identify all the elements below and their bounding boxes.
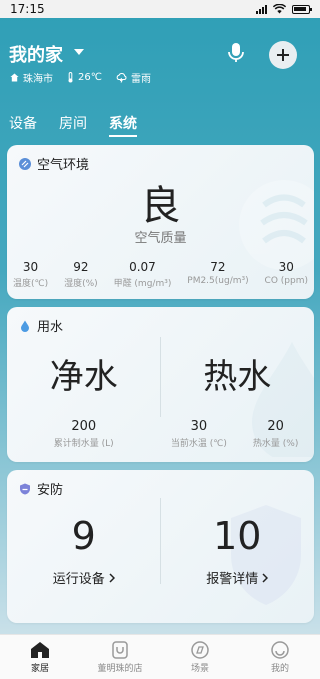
- hot-water-label: 热水: [203, 357, 272, 397]
- battery-icon: [292, 4, 312, 14]
- temperature-label: 26℃: [78, 72, 102, 83]
- thermometer-icon: [68, 72, 73, 83]
- chevron-right-icon: [109, 572, 115, 583]
- air-icon: [19, 157, 31, 170]
- metric-label: PM2.5(ug/m³): [187, 276, 249, 286]
- top-tabs: 设备 房间 系统: [9, 113, 137, 137]
- cellular-signal-icon: [256, 4, 267, 14]
- metric-value: 0.07: [129, 260, 156, 274]
- running-devices-count: 9: [71, 514, 96, 558]
- hot-water-section[interactable]: 热水: [161, 349, 315, 398]
- location-weather-row: 珠海市 26℃ 雷雨: [10, 70, 151, 85]
- air-metrics: 30 温度(℃) 92 湿度(%) 0.07 甲醛 (mg/m³) 72 PM2…: [7, 260, 314, 289]
- alarm-count: 10: [213, 514, 262, 558]
- running-devices-section[interactable]: 9 运行设备: [7, 514, 161, 587]
- plus-icon: [277, 49, 289, 61]
- metric-label: 湿度(%): [64, 279, 98, 289]
- microphone-icon[interactable]: [226, 42, 246, 64]
- water-card[interactable]: 用水 净水 热水 200 累计制水量 (L) 30 当前水温 (℃) 20 热水…: [7, 307, 314, 462]
- tabbar-item-scene[interactable]: 场景: [160, 635, 240, 679]
- tabbar-label: 家居: [30, 664, 49, 674]
- metric-value: 30: [278, 260, 294, 274]
- tabbar-label: 场景: [190, 664, 209, 674]
- tab-devices[interactable]: 设备: [9, 113, 37, 133]
- shield-icon: [20, 483, 30, 494]
- air-title-text: 空气环境: [37, 158, 90, 173]
- air-quality-label: 空气质量: [134, 231, 187, 246]
- metric-label: 累计制水量 (L): [53, 439, 114, 449]
- air-card-title: 空气环境: [19, 154, 89, 173]
- add-button[interactable]: [269, 41, 297, 69]
- water-metrics: 200 累计制水量 (L) 30 当前水温 (℃) 20 热水量 (%): [7, 419, 314, 449]
- metric-label: 甲醛 (mg/m³): [113, 279, 172, 289]
- metric-value: 30: [190, 419, 208, 434]
- air-quality-value: 良: [140, 183, 181, 229]
- metric-value: 92: [73, 260, 89, 274]
- home-icon: [31, 642, 49, 658]
- pure-water-section[interactable]: 净水: [7, 349, 161, 398]
- security-title-text: 安防: [37, 483, 64, 498]
- pure-water-label: 净水: [49, 357, 118, 397]
- tabbar-label: 我的: [270, 664, 289, 674]
- metric-water-temp: 30 当前水温 (℃): [161, 419, 238, 449]
- air-environment-card[interactable]: 空气环境 良 空气质量 30 温度(℃) 92 湿度(%) 0.07 甲醛 (m…: [7, 145, 314, 299]
- water-title-text: 用水: [37, 320, 64, 335]
- alarm-details-label: 报警详情: [206, 572, 259, 587]
- metric-temperature: 30 温度(℃): [13, 260, 48, 289]
- metric-value: 30: [22, 260, 39, 274]
- metric-total-water: 200 累计制水量 (L): [7, 419, 161, 449]
- metric-label: CO (ppm): [264, 276, 308, 286]
- tabbar-label: 董明珠的店: [97, 664, 143, 674]
- tab-system[interactable]: 系统: [109, 113, 137, 137]
- weather-label: 雷雨: [130, 74, 151, 85]
- tab-rooms[interactable]: 房间: [59, 113, 87, 133]
- status-time: 17:15: [10, 2, 45, 16]
- metric-co: 30 CO (ppm): [265, 260, 308, 289]
- metric-formaldehyde: 0.07 甲醛 (mg/m³): [114, 260, 172, 289]
- security-card-title: 安防: [19, 479, 63, 498]
- bottom-tab-bar: 家居 董明珠的店 场景 我的: [0, 634, 320, 679]
- water-card-title: 用水: [19, 316, 63, 335]
- profile-icon: [271, 641, 289, 659]
- metric-label: 温度(℃): [13, 279, 49, 289]
- metric-pm25: 72 PM2.5(ug/m³): [187, 260, 248, 289]
- running-devices-label: 运行设备: [52, 572, 105, 587]
- tabbar-item-profile[interactable]: 我的: [240, 635, 320, 679]
- security-card[interactable]: 安防 9 运行设备 10 报警详情: [7, 470, 314, 623]
- wifi-icon: [273, 4, 286, 14]
- running-devices-link[interactable]: 运行设备: [53, 568, 115, 587]
- metric-label: 热水量 (%): [252, 439, 299, 449]
- home-location-icon: [10, 73, 19, 82]
- metric-humidity: 92 湿度(%): [64, 260, 98, 289]
- metric-value: 200: [71, 419, 97, 434]
- scene-icon: [191, 641, 209, 659]
- home-name[interactable]: 我的家: [9, 41, 63, 67]
- tabbar-item-home[interactable]: 家居: [0, 635, 80, 679]
- water-drop-icon: [21, 320, 29, 332]
- metric-label: 当前水温 (℃): [170, 439, 227, 449]
- status-bar: 17:15: [0, 0, 320, 18]
- security-stats: 9 运行设备 10 报警详情: [7, 514, 314, 587]
- thunderstorm-icon: [116, 72, 127, 83]
- metric-value: 72: [210, 260, 226, 274]
- metric-value: 20: [267, 419, 284, 434]
- chevron-right-icon: [262, 572, 269, 583]
- header: 我的家 珠海市 26℃ 雷雨 设备 房间 系统: [0, 18, 320, 146]
- metric-hot-water-level: 20 热水量 (%): [237, 419, 314, 449]
- alarm-details-section[interactable]: 10 报警详情: [161, 514, 315, 587]
- tabbar-item-shop[interactable]: 董明珠的店: [80, 635, 160, 679]
- chevron-down-icon[interactable]: [74, 49, 84, 55]
- water-types: 净水 热水: [7, 349, 314, 398]
- city-label: 珠海市: [23, 74, 53, 85]
- alarm-details-link[interactable]: 报警详情: [206, 568, 269, 587]
- shop-icon: [112, 641, 128, 659]
